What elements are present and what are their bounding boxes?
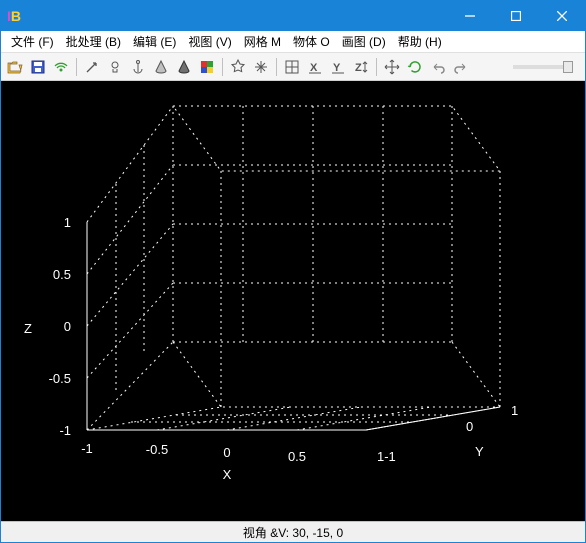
app-logo: IB bbox=[7, 8, 21, 24]
menu-object[interactable]: 物体 O bbox=[287, 31, 336, 52]
minimize-button[interactable] bbox=[447, 1, 493, 31]
zoom-slider[interactable] bbox=[513, 65, 573, 69]
menubar: 文件 (F) 批处理 (B) 编辑 (E) 视图 (V) 网格 M 物体 O 画… bbox=[1, 31, 585, 53]
undo-icon[interactable] bbox=[428, 57, 448, 77]
titlebar[interactable]: IB bbox=[1, 1, 585, 31]
redo-icon[interactable] bbox=[451, 57, 471, 77]
y-tick: 0 bbox=[466, 419, 473, 434]
z-tick: 0 bbox=[64, 319, 71, 334]
x-tick: 0.5 bbox=[288, 449, 306, 464]
star-icon[interactable] bbox=[228, 57, 248, 77]
status-text: 视角 &V: 30, -15, 0 bbox=[243, 524, 343, 541]
toolbar: X Y Z bbox=[1, 53, 585, 81]
separator bbox=[276, 58, 277, 76]
app-window: IB 文件 (F) 批处理 (B) 编辑 (E) 视图 (V) 网格 M 物体 … bbox=[0, 0, 586, 543]
z-label: Z bbox=[24, 321, 32, 336]
x-tick: -0.5 bbox=[146, 442, 168, 457]
open-file-icon[interactable] bbox=[5, 57, 25, 77]
light-icon[interactable] bbox=[105, 57, 125, 77]
anchor-icon[interactable] bbox=[128, 57, 148, 77]
separator bbox=[376, 58, 377, 76]
svg-text:Y: Y bbox=[333, 62, 341, 74]
window-controls bbox=[447, 1, 585, 31]
axis-y-icon[interactable]: Y bbox=[328, 57, 348, 77]
cone-icon[interactable] bbox=[151, 57, 171, 77]
axes-3d-plot: 1 0.5 0 -0.5 -1 -1 -0.5 0 0.5 1-1 0 1 Z … bbox=[1, 81, 585, 521]
menu-plot[interactable]: 画图 (D) bbox=[336, 31, 392, 52]
cone-solid-icon[interactable] bbox=[174, 57, 194, 77]
xy-tick: 1-1 bbox=[377, 449, 396, 464]
z-tick: 0.5 bbox=[53, 267, 71, 282]
separator bbox=[76, 58, 77, 76]
z-tick: -1 bbox=[59, 423, 71, 438]
save-icon[interactable] bbox=[28, 57, 48, 77]
z-tick: 1 bbox=[64, 215, 71, 230]
axis-z-icon[interactable]: Z bbox=[351, 57, 371, 77]
menu-batch[interactable]: 批处理 (B) bbox=[60, 31, 127, 52]
svg-text:X: X bbox=[310, 62, 318, 74]
y-tick: 1 bbox=[511, 403, 518, 418]
menu-mesh[interactable]: 网格 M bbox=[238, 31, 287, 52]
grid-box-icon[interactable] bbox=[282, 57, 302, 77]
menu-help[interactable]: 帮助 (H) bbox=[392, 31, 448, 52]
menu-file[interactable]: 文件 (F) bbox=[5, 31, 60, 52]
palette-icon[interactable] bbox=[197, 57, 217, 77]
move-icon[interactable] bbox=[382, 57, 402, 77]
slider-thumb[interactable] bbox=[563, 61, 573, 73]
menu-edit[interactable]: 编辑 (E) bbox=[127, 31, 182, 52]
x-tick: -1 bbox=[81, 441, 93, 456]
x-label: X bbox=[223, 467, 232, 482]
menu-view[interactable]: 视图 (V) bbox=[182, 31, 237, 52]
statusbar: 视角 &V: 30, -15, 0 bbox=[1, 521, 585, 542]
separator bbox=[222, 58, 223, 76]
vector-icon[interactable] bbox=[82, 57, 102, 77]
x-tick: 0 bbox=[223, 445, 230, 460]
close-button[interactable] bbox=[539, 1, 585, 31]
broadcast-icon[interactable] bbox=[51, 57, 71, 77]
svg-text:Z: Z bbox=[355, 62, 362, 74]
y-label: Y bbox=[475, 444, 484, 459]
sparkle-icon[interactable] bbox=[251, 57, 271, 77]
viewport-3d[interactable]: 1 0.5 0 -0.5 -1 -1 -0.5 0 0.5 1-1 0 1 Z … bbox=[1, 81, 585, 521]
maximize-button[interactable] bbox=[493, 1, 539, 31]
axis-x-icon[interactable]: X bbox=[305, 57, 325, 77]
rotate-icon[interactable] bbox=[405, 57, 425, 77]
z-tick: -0.5 bbox=[49, 371, 71, 386]
